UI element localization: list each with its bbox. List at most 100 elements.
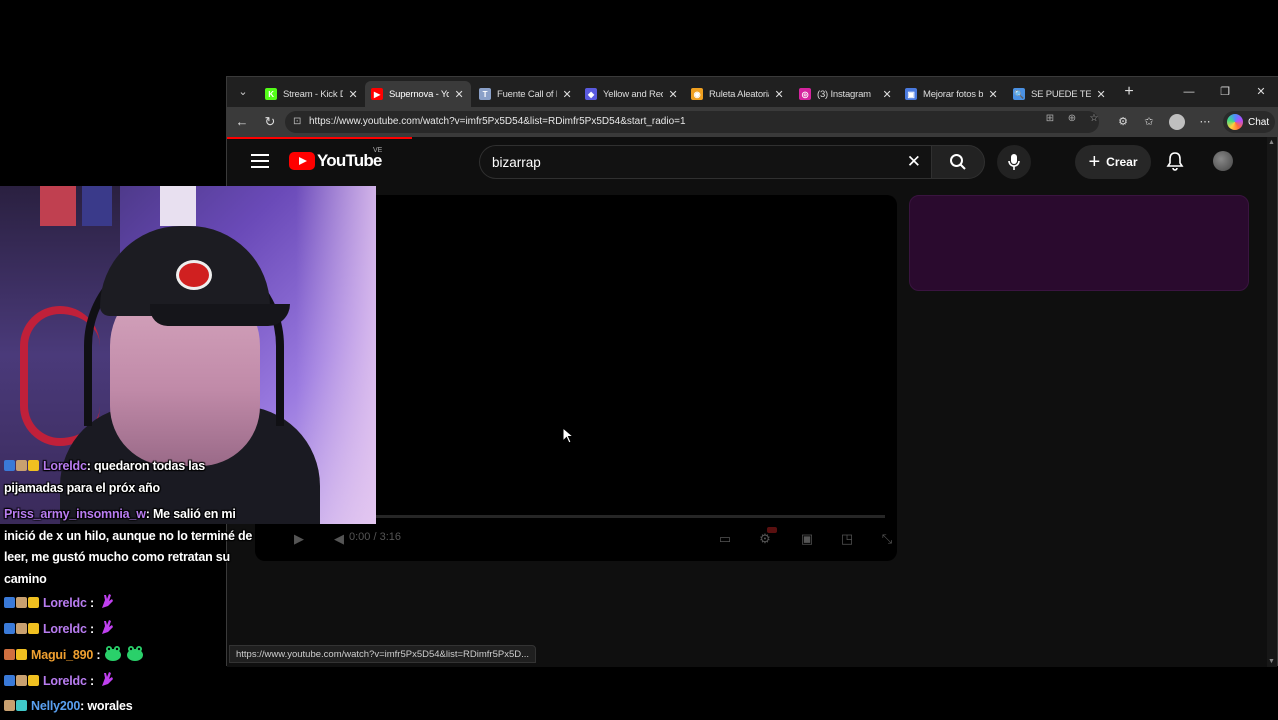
youtube-wordmark: YouTube <box>317 151 382 170</box>
tab-close-icon[interactable]: ✕ <box>987 88 999 101</box>
create-button[interactable]: + Crear <box>1075 145 1151 179</box>
chat-message: Loreldc : <box>4 618 264 641</box>
tab-favicon-icon: ◎ <box>799 88 811 100</box>
scroll-down-icon[interactable]: ▼ <box>1268 658 1275 665</box>
browser-tab[interactable]: ◎ (3) Instagram ✕ <box>793 81 899 107</box>
chat-badge-icon <box>16 622 27 634</box>
site-info-icon[interactable]: ⊡ <box>293 111 301 133</box>
chat-badge-icon <box>28 674 39 686</box>
scroll-up-icon[interactable]: ▲ <box>1268 139 1275 146</box>
account-avatar[interactable] <box>1213 151 1233 171</box>
sidebar-ad-placeholder[interactable] <box>909 195 1249 291</box>
tab-favicon-icon: ◉ <box>691 88 703 100</box>
tab-favicon-icon: T <box>479 88 491 100</box>
browser-tab[interactable]: 🔍 SE PUEDE TENE ✕ <box>1007 81 1113 107</box>
clear-search-icon[interactable]: ✕ <box>907 152 921 172</box>
chat-badge-icon <box>28 460 39 471</box>
tab-list-dropdown-icon[interactable]: ⌄ <box>233 83 253 101</box>
copilot-chat-button[interactable]: Chat <box>1223 111 1275 133</box>
subtitles-icon[interactable]: ▭ <box>715 529 735 549</box>
bell-icon <box>1166 152 1184 171</box>
chat-text: : <box>93 648 101 662</box>
url-text: https://www.youtube.com/watch?v=imfr5Px5… <box>309 116 686 127</box>
tab-close-icon[interactable]: ✕ <box>347 88 359 101</box>
chat-badges <box>4 593 40 615</box>
chat-username[interactable]: Nelly200 <box>31 699 80 713</box>
app-available-icon[interactable]: ⊞ <box>1043 112 1057 126</box>
zoom-icon[interactable]: ⊕ <box>1065 112 1079 126</box>
time-display: 0:00 / 3:16 <box>349 531 401 543</box>
chat-badge-icon <box>4 674 15 686</box>
extensions-icon[interactable]: ⚙ <box>1115 114 1131 130</box>
back-button[interactable]: ← <box>233 113 251 131</box>
create-label: Crear <box>1106 155 1138 169</box>
chat-message: Priss_army_insomnia_w: Me salió en mi in… <box>4 504 264 590</box>
chat-text: : <box>86 622 94 636</box>
background-poster <box>82 186 112 226</box>
menu-icon[interactable] <box>251 154 269 168</box>
chat-username[interactable]: Priss_army_insomnia_w <box>4 507 146 521</box>
tab-close-icon[interactable]: ✕ <box>773 88 785 101</box>
chat-badge-icon <box>16 648 27 660</box>
chat-badge-icon <box>4 648 15 660</box>
favorites-icon[interactable]: ✩ <box>1141 114 1157 130</box>
chat-username[interactable]: Loreldc <box>43 459 87 473</box>
chat-text: : worales <box>80 699 133 714</box>
page-scrollbar[interactable]: ▲ ▼ <box>1267 137 1277 667</box>
minimize-button[interactable]: — <box>1179 82 1199 102</box>
more-menu-icon[interactable]: ⋯ <box>1197 114 1213 130</box>
volume-icon[interactable]: ◀ <box>329 529 349 549</box>
frog-emote-icon <box>127 646 144 661</box>
cast-icon[interactable]: ◳ <box>837 529 857 549</box>
chat-text: : <box>86 596 94 610</box>
browser-tab[interactable]: ▣ Mejorar fotos b ✕ <box>899 81 1005 107</box>
browser-tab[interactable]: ◆ Yellow and Red ✕ <box>579 81 685 107</box>
chat-username[interactable]: Loreldc <box>43 674 87 688</box>
chat-username[interactable]: Magui_890 <box>31 648 93 662</box>
browser-tab[interactable]: T Fuente Call of D ✕ <box>473 81 579 107</box>
tab-close-icon[interactable]: ✕ <box>667 88 679 101</box>
tab-favicon-icon: ◆ <box>585 88 597 100</box>
reload-button[interactable]: ↻ <box>261 113 279 131</box>
chat-label: Chat <box>1248 116 1270 128</box>
search-button[interactable] <box>931 145 985 179</box>
tab-close-icon[interactable]: ✕ <box>881 88 893 101</box>
tab-bar: ⌄ K Stream - Kick D ✕ ▶ Supernova - Yo ✕ T Fuen… <box>227 77 1278 107</box>
chat-badge-icon <box>4 700 15 711</box>
browser-tab[interactable]: ◉ Ruleta Aleatoria ✕ <box>685 81 791 107</box>
microphone-icon <box>1008 154 1020 170</box>
tab-close-icon[interactable]: ✕ <box>453 88 465 101</box>
new-tab-button[interactable]: + <box>1119 82 1139 102</box>
youtube-page: YouTube VE ✕ + Crear <box>227 137 1269 667</box>
chat-badge-icon <box>16 596 27 608</box>
browser-tab[interactable]: ▶ Supernova - Yo ✕ <box>365 81 471 107</box>
tab-favicon-icon: ▣ <box>905 88 917 100</box>
chat-message: Nelly200: worales <box>4 696 264 718</box>
chat-username[interactable]: Loreldc <box>43 622 87 636</box>
favorite-star-icon[interactable]: ☆ <box>1087 112 1101 126</box>
tab-close-icon[interactable]: ✕ <box>561 88 573 101</box>
hd-badge <box>767 527 777 533</box>
chat-username[interactable]: Loreldc <box>43 596 87 610</box>
status-url: https://www.youtube.com/watch?v=imfr5Px5… <box>236 649 530 660</box>
youtube-logo[interactable]: YouTube VE <box>289 147 382 171</box>
search-input[interactable] <box>492 146 892 178</box>
fullscreen-icon[interactable]: ⤡ <box>877 529 897 549</box>
chat-badge-icon <box>4 596 15 608</box>
play-icon[interactable]: ▶ <box>289 529 309 549</box>
url-field[interactable]: ⊡ https://www.youtube.com/watch?v=imfr5P… <box>285 111 1099 133</box>
browser-window: ⌄ K Stream - Kick D ✕ ▶ Supernova - Yo ✕ T Fuen… <box>226 76 1278 667</box>
hand-emote-icon <box>102 620 113 634</box>
tab-label: SE PUEDE TENE <box>1031 88 1091 100</box>
restore-button[interactable]: ❐ <box>1215 82 1235 102</box>
screen: ⌄ K Stream - Kick D ✕ ▶ Supernova - Yo ✕ T Fuen… <box>0 0 1278 720</box>
voice-search-button[interactable] <box>997 145 1031 179</box>
profile-avatar[interactable] <box>1169 114 1185 130</box>
theater-mode-icon[interactable]: ▣ <box>797 529 817 549</box>
notifications-button[interactable] <box>1163 149 1187 173</box>
close-window-button[interactable]: ✕ <box>1251 82 1271 102</box>
chat-badge-icon <box>28 596 39 608</box>
link-status-bar: https://www.youtube.com/watch?v=imfr5Px5… <box>229 645 537 663</box>
tab-close-icon[interactable]: ✕ <box>1095 88 1107 101</box>
browser-tab[interactable]: K Stream - Kick D ✕ <box>259 81 365 107</box>
